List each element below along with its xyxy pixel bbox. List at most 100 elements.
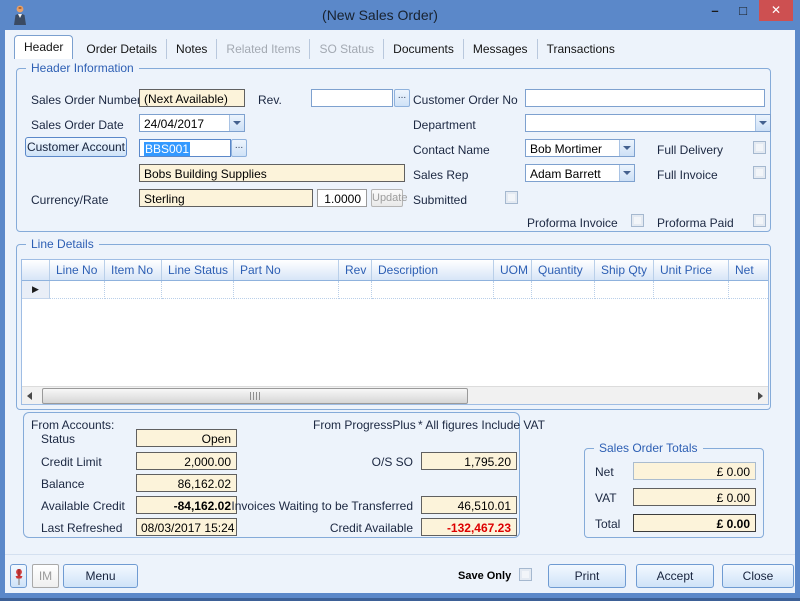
credit-limit-field: 2,000.00 [136,452,237,470]
window-content: Header Order Details Notes Related Items… [5,30,795,593]
menu-button[interactable]: Menu [63,564,138,588]
grid-body: ▶ [22,281,768,388]
rate-field[interactable]: 1.0000 [317,189,367,207]
tab-messages[interactable]: Messages [464,39,538,59]
header-information-title: Header Information [26,61,139,75]
scrollbar-grip-icon [250,392,260,400]
row-selector-icon: ▶ [22,281,50,299]
scroll-left-icon[interactable] [22,387,38,404]
proforma-invoice-checkbox[interactable] [631,214,644,227]
close-window-button[interactable]: ✕ [759,0,793,21]
scrollbar-thumb[interactable] [42,388,468,404]
available-credit-label: Available Credit [41,499,125,513]
column-header-uom[interactable]: UOM [494,260,532,280]
full-invoice-checkbox[interactable] [753,166,766,179]
save-only-checkbox[interactable] [519,568,532,581]
sales-rep-combo[interactable]: Adam Barrett [525,164,635,182]
os-so-label: O/S SO [372,455,413,469]
chevron-down-icon[interactable] [755,115,770,131]
credit-available-label: Credit Available [330,521,413,535]
sales-order-number-label: Sales Order Number [31,93,141,107]
rev-browse-button[interactable]: ... [394,89,410,107]
submitted-checkbox[interactable] [505,191,518,204]
full-invoice-label: Full Invoice [657,168,718,182]
person-icon [11,4,29,26]
accounts-panel: From Accounts: From ProgressPlus * All f… [23,412,520,538]
column-header-unit-price[interactable]: Unit Price [654,260,729,280]
tab-transactions[interactable]: Transactions [538,39,624,59]
last-refreshed-field: 08/03/2017 15:24 [136,518,237,536]
window-title: (New Sales Order) [80,7,680,23]
column-header-rev[interactable]: Rev [339,260,372,280]
column-header-quantity[interactable]: Quantity [532,260,595,280]
vat-field: £ 0.00 [633,488,756,506]
grid-header-row: Line No Item No Line Status Part No Rev … [22,260,768,281]
column-header-ship-qty[interactable]: Ship Qty [595,260,654,280]
sales-order-totals-title: Sales Order Totals [594,441,703,455]
customer-account-browse-button[interactable]: ... [231,139,247,157]
contact-name-value: Bob Mortimer [530,142,602,156]
invoices-waiting-label: Invoices Waiting to be Transferred [231,499,413,513]
proforma-paid-label: Proforma Paid [657,216,734,230]
last-refreshed-label: Last Refreshed [41,521,122,535]
from-progressplus-title: From ProgressPlus [313,418,416,432]
accept-button[interactable]: Accept [636,564,714,588]
sales-order-number-field: (Next Available) [139,89,245,107]
sales-rep-value: Adam Barrett [530,167,601,181]
status-field: Open [136,429,237,447]
app-window: (New Sales Order) – □ ✕ Header Order Det… [0,0,800,601]
customer-order-no-field[interactable] [525,89,765,107]
pin-button[interactable] [10,564,27,588]
minimize-button[interactable]: – [702,2,728,21]
grid-selector-header [22,260,50,280]
tab-documents[interactable]: Documents [384,39,464,59]
column-header-net[interactable]: Net [729,260,768,280]
chevron-down-icon[interactable] [619,165,634,181]
sales-order-date-combo[interactable]: 24/04/2017 [139,114,245,132]
horizontal-scrollbar[interactable] [22,386,768,404]
balance-field: 86,162.02 [136,474,237,492]
contact-name-combo[interactable]: Bob Mortimer [525,139,635,157]
customer-account-value: BBS001 [144,142,190,156]
from-accounts-title: From Accounts: [31,418,114,432]
customer-order-no-label: Customer Order No [413,93,518,107]
table-row[interactable]: ▶ [22,281,768,299]
column-header-item-no[interactable]: Item No [105,260,162,280]
tab-so-status: SO Status [310,39,384,59]
print-button[interactable]: Print [548,564,626,588]
available-credit-field: -84,162.02 [136,496,237,514]
customer-account-button[interactable]: Customer Account [25,137,127,157]
os-so-field: 1,795.20 [421,452,517,470]
net-field: £ 0.00 [633,462,756,480]
department-combo[interactable] [525,114,771,132]
title-bar: (New Sales Order) – □ ✕ [0,0,800,30]
sales-order-date-label: Sales Order Date [31,118,124,132]
tab-notes[interactable]: Notes [167,39,217,59]
chevron-down-icon[interactable] [619,140,634,156]
maximize-button[interactable]: □ [730,2,756,21]
column-header-description[interactable]: Description [372,260,494,280]
line-details-grid: Line No Item No Line Status Part No Rev … [21,259,769,405]
tab-header[interactable]: Header [14,35,73,59]
currency-rate-label: Currency/Rate [31,193,108,207]
sales-order-totals-group: Sales Order Totals Net £ 0.00 VAT £ 0.00… [584,448,764,538]
proforma-paid-checkbox[interactable] [753,214,766,227]
scroll-right-icon[interactable] [752,387,768,404]
currency-field: Sterling [139,189,313,207]
close-button[interactable]: Close [722,564,794,588]
column-header-line-no[interactable]: Line No [50,260,105,280]
status-label: Status [41,432,75,446]
rev-field[interactable] [311,89,393,107]
full-delivery-checkbox[interactable] [753,141,766,154]
net-label: Net [595,465,614,479]
customer-account-field[interactable]: BBS001 [139,139,231,157]
column-header-line-status[interactable]: Line Status [162,260,234,280]
line-details-title: Line Details [26,237,99,251]
tab-order-details[interactable]: Order Details [77,39,167,59]
save-only-label: Save Only [458,570,511,582]
proforma-invoice-label: Proforma Invoice [527,216,618,230]
im-button[interactable]: IM [32,564,59,588]
chevron-down-icon[interactable] [229,115,244,131]
column-header-part-no[interactable]: Part No [234,260,339,280]
footer-divider [5,554,795,555]
